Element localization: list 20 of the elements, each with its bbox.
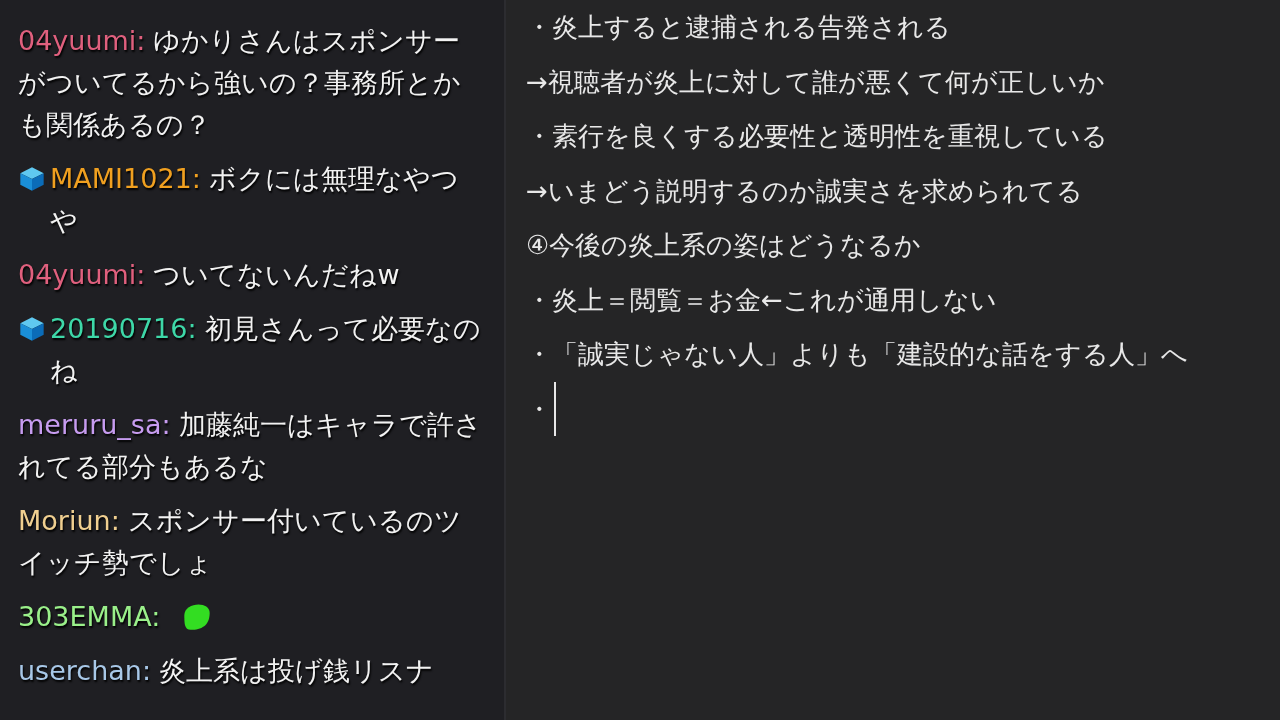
note-line: →視聴者が炎上に対して誰が悪くて何が正しいか	[526, 65, 1105, 99]
chat-message: userchan: 炎上系は投げ銭リスナ	[18, 654, 435, 688]
chat-message: 04yuumi: ゆかりさんはスポンサーがついてるから強いの？事務所とかも関係あるの？	[18, 24, 462, 142]
cube-icon	[18, 165, 46, 193]
chat-message: Moriun: スポンサー付いているのツイッチ勢でしょ	[18, 504, 463, 580]
chat-message: meruru_sa: 加藤純一はキャラで許されてる部分もあるな	[18, 408, 482, 484]
note-line: ・	[526, 392, 552, 426]
note-line: ・炎上＝閲覧＝お金←これが通用しない	[526, 283, 997, 317]
note-line: ・炎上すると逮捕される告発される	[526, 11, 951, 44]
note-line: ・素行を良くする必要性と透明性を重視している	[526, 120, 1108, 153]
note-line: ・「誠実じゃない人」よりも「建設的な話をする人」へ	[526, 338, 1188, 371]
cube-icon	[18, 315, 46, 343]
note-line: ④今後の炎上系の姿はどうなるか	[526, 229, 922, 262]
chat-message: 04yuumi: ついてないんだねw	[18, 258, 401, 292]
text-cursor	[554, 381, 556, 436]
note-line: →いまどう説明するのか誠実さを求められてる	[526, 174, 1083, 208]
notepad[interactable]: ・炎上すると逮捕される告発される →視聴者が炎上に対して誰が悪くて何が正しいか ・素行を良くする必要性と透明性を重視している →いまどう説明するのか誠実さを求められてる ④今後の炎上系の姿はどうなるか ・炎上＝閲覧＝お金←これが通用しない ・「誠実じゃない人」よりも「建設的な話をする人」へ ・	[506, 0, 1280, 720]
chat-message: 20190716: 初見さんって必要なのね	[50, 312, 482, 388]
chat-username[interactable]: 303EMMA:	[18, 596, 161, 638]
chat-message: MAMI1021: ボクには無理なやつや	[50, 162, 460, 238]
